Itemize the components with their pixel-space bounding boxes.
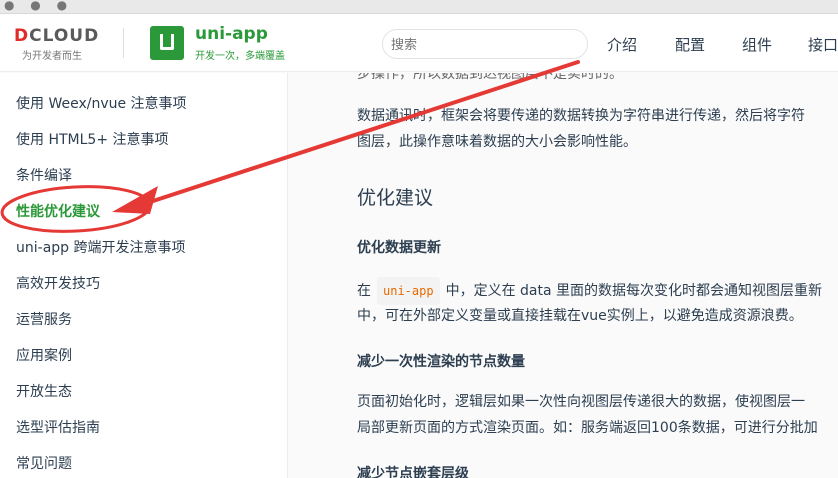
inline-code: uni-app [377,277,440,305]
window-controls-icon: ● ● ● [4,0,74,12]
para-data-communication-1: 数据通讯时，框架会将要传递的数据转换为字符串进行传递，然后将字符 [357,108,805,124]
para-optimize-data-2: 中，可在外部定义变量或直接挂载在vue实例上，以避免造成资源浪费。 [357,308,803,324]
sidebar-item-dev-tips[interactable]: 高效开发技巧 [16,273,100,293]
sidebar-item-evaluation[interactable]: 选型评估指南 [16,417,100,437]
app-slogan: 开发一次，多端覆盖 [195,51,285,62]
app-name[interactable]: uni-app [195,24,268,44]
nav-config[interactable]: 配置 [675,34,705,55]
dcloud-logo-word: CLOUD [29,26,100,46]
main-content: 步操作，所以数据到达视图层不是实时的。 数据通讯时，框架会将要传递的数据转换为字… [289,73,838,478]
para-reduce-nodes-1: 页面初始化时，逻辑层如果一次性向视图层传递很大的数据，使视图层一 [357,394,805,410]
dcloud-logo-letter: D [14,26,30,46]
content-partial-line: 步操作，所以数据到达视图层不是实时的。 [357,73,623,82]
para-text: 在 [357,283,371,299]
sidebar-item-cross-platform[interactable]: uni-app 跨端开发注意事项 [16,237,186,257]
uni-app-logo-icon[interactable] [150,26,184,60]
sidebar-item-conditional-compile[interactable]: 条件编译 [16,165,72,185]
sidebar-item-weex-nvue[interactable]: 使用 Weex/nvue 注意事项 [16,93,187,113]
sidebar-item-html5plus[interactable]: 使用 HTML5+ 注意事项 [16,129,169,149]
para-reduce-nodes-2: 局部更新页面的方式渲染页面。如：服务端返回100条数据，可进行分批加 [357,420,818,436]
site-header: DCLOUD 为开发者而生 uni-app 开发一次，多端覆盖 介绍 配置 组件… [0,14,838,72]
sidebar-item-ecosystem[interactable]: 开放生态 [16,381,72,401]
sidebar-item-faq[interactable]: 常见问题 [16,453,72,473]
nav-intro[interactable]: 介绍 [607,34,637,55]
para-data-communication-2: 图层，此操作意味着数据的大小会影响性能。 [357,134,637,150]
sidebar: 使用 Weex/nvue 注意事项 使用 HTML5+ 注意事项 条件编译 性能… [0,73,288,478]
search-input[interactable] [382,29,588,59]
nav-components[interactable]: 组件 [742,34,772,55]
heading-reduce-nesting: 减少节点嵌套层级 [357,466,469,478]
sidebar-item-operations[interactable]: 运营服务 [16,309,72,329]
para-text: 中，定义在 data 里面的数据每次变化时都会通知视图层重新 [445,283,823,299]
dcloud-logo[interactable]: DCLOUD 为开发者而生 [14,26,114,62]
dcloud-slogan: 为开发者而生 [22,51,82,62]
browser-tab-strip: ● ● ● [0,0,838,14]
heading-optimize-data: 优化数据更新 [357,240,441,256]
sidebar-item-cases[interactable]: 应用案例 [16,345,72,365]
header-divider [123,28,124,58]
para-optimize-data-1: 在 uni-app 中，定义在 data 里面的数据每次变化时都会通知视图层重新 [357,277,822,305]
nav-api[interactable]: 接口 [808,34,838,55]
section-title: 优化建议 [357,187,434,209]
sidebar-item-performance[interactable]: 性能优化建议 [16,201,100,221]
heading-reduce-nodes: 减少一次性渲染的节点数量 [357,354,525,370]
